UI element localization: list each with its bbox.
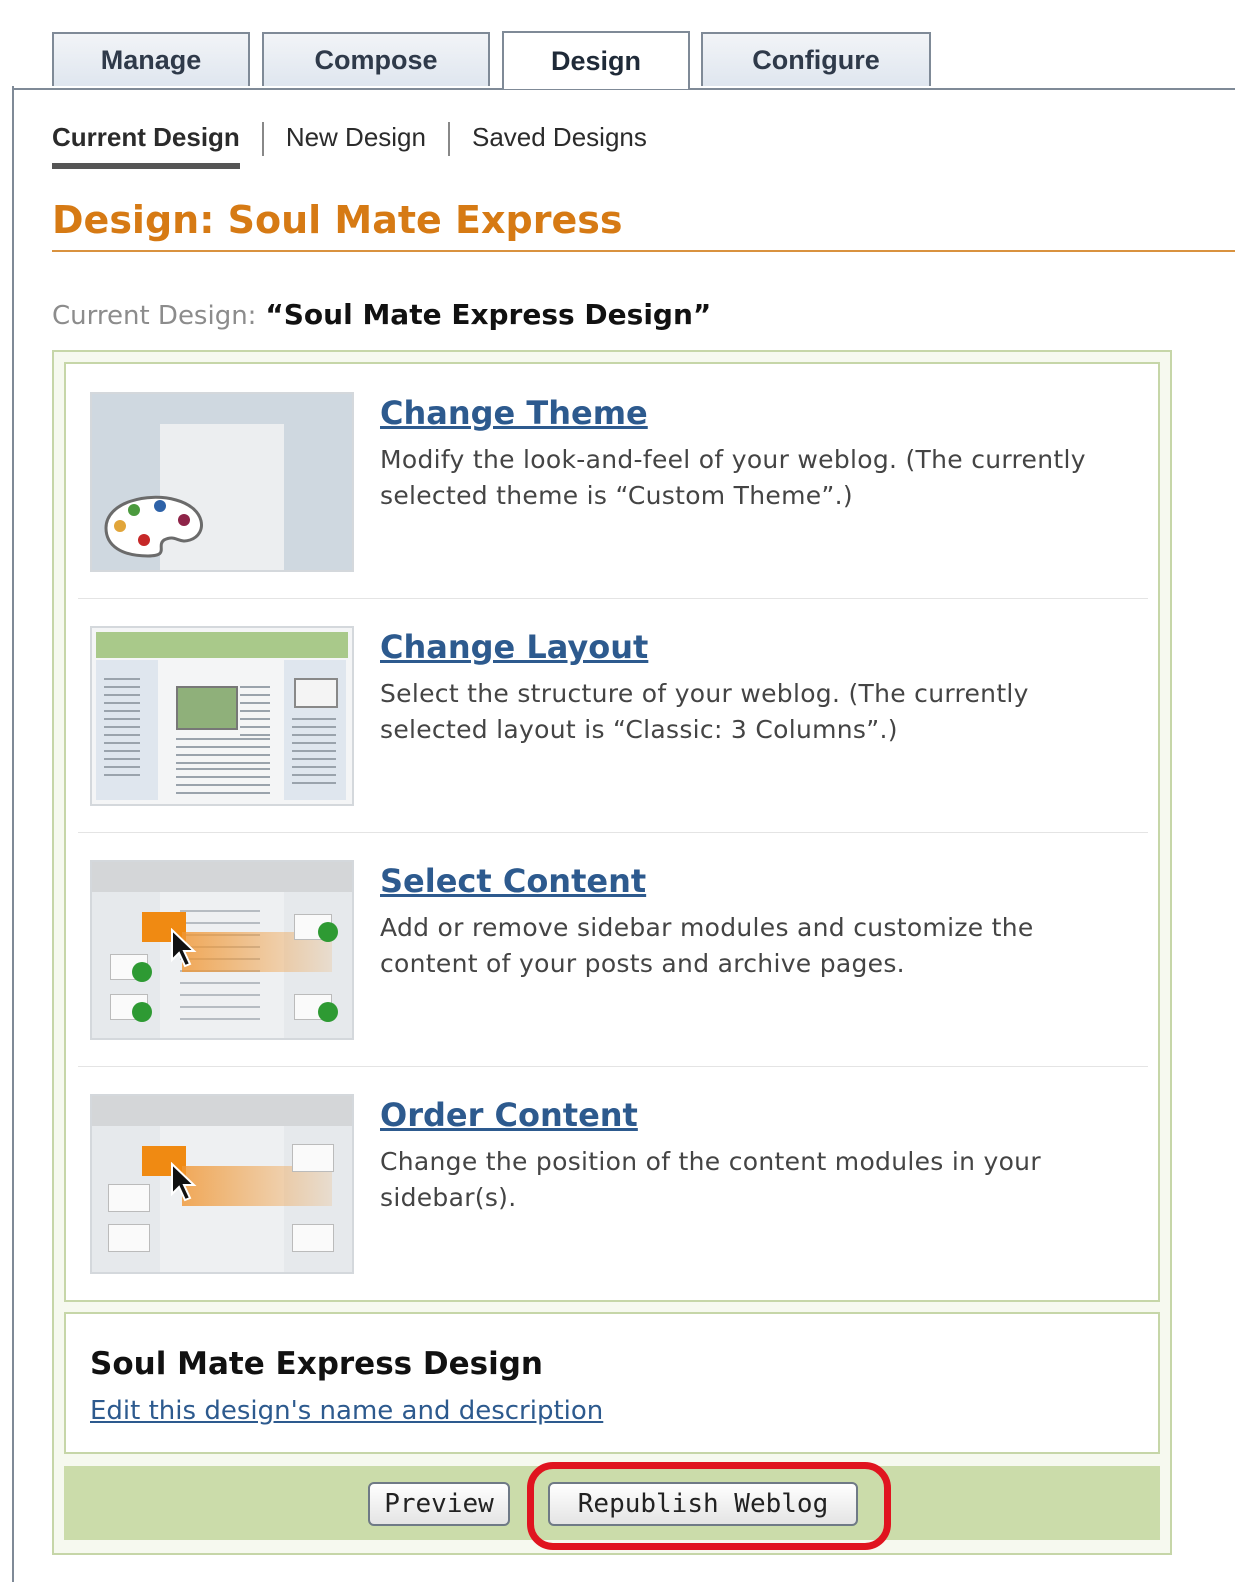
subnav-new-design[interactable]: New Design (286, 122, 426, 163)
change-layout-link[interactable]: Change Layout (380, 628, 648, 666)
tab-manage[interactable]: Manage (52, 32, 250, 86)
change-layout-description: Select the structure of your weblog. (Th… (380, 679, 1029, 744)
change-theme-link[interactable]: Change Theme (380, 394, 648, 432)
order-content-description: Change the position of the content modul… (380, 1147, 1041, 1212)
option-order-content: Order Content Change the position of the… (78, 1066, 1148, 1300)
current-design-label: Current Design: (52, 301, 257, 331)
order-content-link[interactable]: Order Content (380, 1096, 638, 1134)
subnav-current-design[interactable]: Current Design (52, 122, 240, 169)
layout-icon (90, 626, 354, 806)
option-change-layout: Change Layout Select the structure of yo… (78, 598, 1148, 832)
sub-navigation: Current Design New Design Saved Designs (52, 122, 647, 172)
preview-button[interactable]: Preview (368, 1482, 510, 1526)
republish-weblog-button[interactable]: Republish Weblog (548, 1482, 858, 1526)
select-content-icon (90, 860, 354, 1040)
tab-configure[interactable]: Configure (701, 32, 931, 86)
current-design-line: Current Design: “Soul Mate Express Desig… (52, 298, 711, 331)
action-bar: Preview Republish Weblog (64, 1466, 1160, 1540)
order-content-icon (90, 1094, 354, 1274)
select-content-link[interactable]: Select Content (380, 862, 646, 900)
design-info-box: Soul Mate Express Design Edit this desig… (64, 1312, 1160, 1454)
current-design-value: “Soul Mate Express Design” (265, 298, 712, 331)
palette-icon (90, 392, 354, 572)
subnav-saved-designs[interactable]: Saved Designs (472, 122, 647, 163)
design-name: Soul Mate Express Design (90, 1346, 543, 1382)
edit-design-link[interactable]: Edit this design's name and description (90, 1396, 603, 1426)
option-select-content: Select Content Add or remove sidebar mod… (78, 832, 1148, 1066)
change-theme-description: Modify the look-and-feel of your weblog.… (380, 445, 1086, 510)
tab-design[interactable]: Design (502, 31, 690, 89)
subnav-separator (261, 122, 264, 156)
page-title: Design: Soul Mate Express (52, 198, 1235, 252)
left-border (12, 86, 14, 1582)
select-content-description: Add or remove sidebar modules and custom… (380, 913, 1034, 978)
tab-compose[interactable]: Compose (262, 32, 490, 86)
subnav-separator (447, 122, 450, 156)
option-change-theme: Change Theme Modify the look-and-feel of… (78, 364, 1148, 598)
